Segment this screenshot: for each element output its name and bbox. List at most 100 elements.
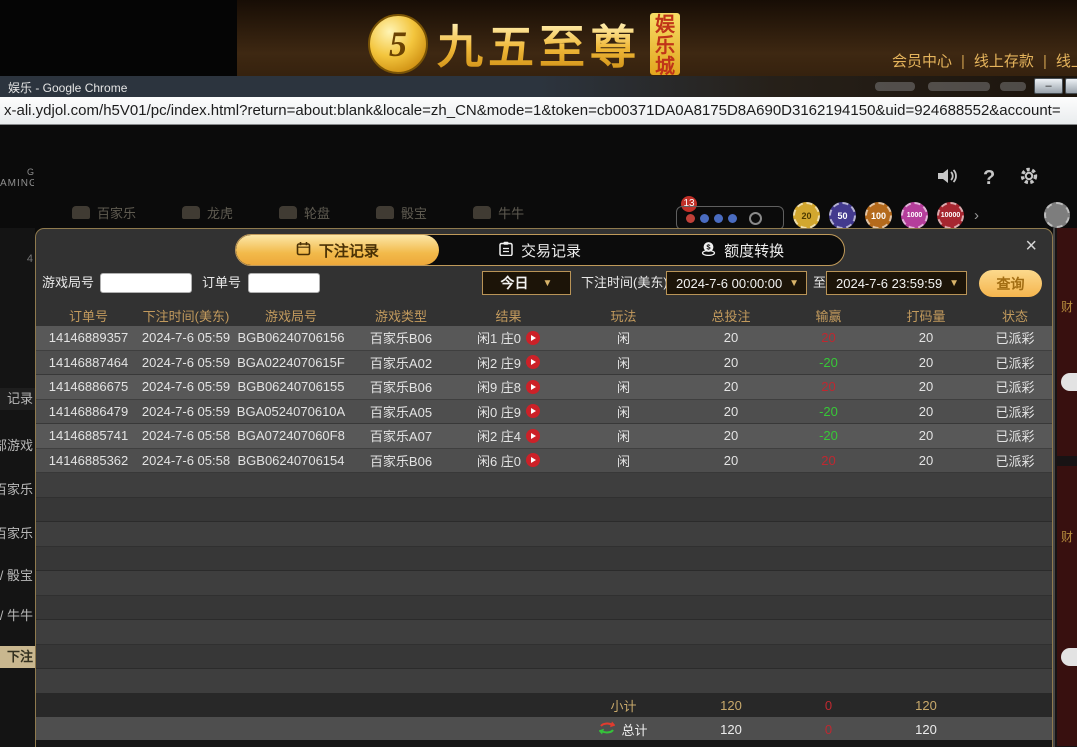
chip-50[interactable]: 50 [829,202,856,229]
cell-play: 闲 [566,402,681,421]
play-icon[interactable] [526,404,540,418]
cell-play: 闲 [566,328,681,347]
menu-item-百家乐[interactable]: 百家乐 [72,203,136,222]
menu-item-龙虎[interactable]: 龙虎 [182,203,233,222]
chevron-right-icon[interactable]: › [974,207,979,224]
sidebar-item-fragment[interactable]: 百家乐 [0,523,35,545]
cell-winloss: -20 [781,428,876,443]
maximize-button[interactable] [1065,78,1077,94]
sidebar-item-fragment[interactable]: 4 [0,248,35,270]
sidebar-item-fragment[interactable]: 记录 [0,388,35,410]
cell-result: 闲2 庄4 [451,426,566,445]
chip-1000[interactable]: 1000 [901,202,928,229]
cell-order: 14146887464 [36,355,141,370]
cell-round: BGA0224070615F [231,355,351,370]
cell-round: BGA072407060F8 [231,428,351,443]
result-text: 闲0 庄9 [477,402,521,421]
time-from-select[interactable]: 2024-7-6 00:00:00 ▼ [666,271,807,295]
total-label: 总计 [621,720,647,739]
link-separator: | [961,53,965,70]
chip-20[interactable]: 20 [793,202,820,229]
cell-bet: 20 [681,355,781,370]
column-header: 打码量 [876,306,976,325]
empty-row [36,498,1052,523]
minimize-button[interactable]: – [1034,78,1063,94]
menu-item-骰宝[interactable]: 骰宝 [376,203,427,222]
empty-row [36,596,1052,621]
cell-order: 14146885362 [36,453,141,468]
play-icon[interactable] [526,380,540,394]
tab-额度转换[interactable]: $额度转换 [641,235,844,265]
sidebar-item-label: 百家乐 [0,479,33,501]
cell-order: 14146886675 [36,379,141,394]
titlebar-blur-item [1000,82,1026,91]
top-link[interactable]: 线上存款 [974,53,1034,70]
menu-item-轮盘[interactable]: 轮盘 [279,203,330,222]
table-row: 141468874642024-7-6 05:59BGA0224070615F百… [36,351,1052,376]
sidebar-item-fragment[interactable]: 百家乐 [0,479,35,501]
tab-label: 下注记录 [319,240,379,261]
tab-下注记录[interactable]: 下注记录 [236,235,439,265]
sidebar-item-label: 记录 [7,388,33,410]
column-header: 游戏局号 [231,306,351,325]
top-link[interactable]: 线上取款 [1056,53,1077,70]
table-row: 141468866752024-7-6 05:59BGB06240706155百… [36,375,1052,400]
play-icon[interactable] [526,429,540,443]
bet-records-dialog: 下注记录 交易记录$额度转换 × 游戏局号 订单号 今日 ▼ 下注时间(美东) 2… [35,228,1053,747]
play-icon[interactable] [526,355,540,369]
column-header: 订单号 [36,306,141,325]
chip-100[interactable]: 100 [865,202,892,229]
play-icon[interactable] [526,453,540,467]
result-text: 闲9 庄8 [477,377,521,396]
help-icon[interactable]: ? [983,167,995,190]
table-row: 141468893572024-7-6 05:59BGB06240706156百… [36,326,1052,351]
sidebar-item-fragment[interactable]: 部游戏 [0,435,35,457]
cell-status: 已派彩 [976,353,1053,372]
speaker-icon[interactable] [936,166,960,191]
chip-10000[interactable]: 10000 [937,202,964,229]
cell-time: 2024-7-6 05:59 [141,330,231,345]
result-text: 闲2 庄4 [477,426,521,445]
cell-turnover: 20 [876,453,976,468]
play-icon[interactable] [526,331,540,345]
close-icon[interactable]: × [1025,236,1037,256]
cell-game: 百家乐B06 [351,328,451,347]
to-label: 至 [813,270,826,296]
menu-item-牛牛[interactable]: 牛牛 [473,203,524,222]
subtotal-turnover: 120 [876,698,976,713]
sidebar-item-label: / 骰宝 [0,565,33,587]
tab-交易记录[interactable]: 交易记录 [439,235,642,265]
cell-order: 14146889357 [36,330,141,345]
cell-round: BGB06240706154 [231,453,351,468]
cell-game: 百家乐A02 [351,353,451,372]
game-round-input[interactable] [100,273,192,293]
sidebar-item-fragment[interactable]: / 牛牛 [0,605,35,627]
cell-result: 闲1 庄0 [451,328,566,347]
cell-time: 2024-7-6 05:59 [141,355,231,370]
total-row: 总计 120 0 120 [36,717,1052,741]
search-button[interactable]: 查询 [979,270,1042,297]
column-header: 游戏类型 [351,306,451,325]
cell-order: 14146885741 [36,428,141,443]
table-header: 订单号下注时间(美东)游戏局号游戏类型结果玩法总投注输赢打码量状态 [36,304,1052,326]
menu-item-label: 百家乐 [97,203,136,222]
sidebar-item-fragment[interactable]: 下注 [0,646,35,668]
gear-icon[interactable] [1018,165,1040,192]
url-bar[interactable]: x-ali.ydjol.com/h5V01/pc/index.html?retu… [0,97,1077,125]
cell-result: 闲6 庄0 [451,451,566,470]
cell-game: 百家乐A07 [351,426,451,445]
cell-time: 2024-7-6 05:58 [141,453,231,468]
cell-turnover: 20 [876,330,976,345]
date-range-select[interactable]: 今日 ▼ [482,271,571,295]
column-header: 结果 [451,306,566,325]
order-input[interactable] [248,273,320,293]
cell-bet: 20 [681,379,781,394]
link-separator: | [1043,53,1047,70]
top-link[interactable]: 会员中心 [892,53,952,70]
time-to-select[interactable]: 2024-7-6 23:59:59 ▼ [826,271,967,295]
sidebar-item-fragment[interactable]: / 骰宝 [0,565,35,587]
menu-item-label: 轮盘 [304,203,330,222]
sidebar-item-label: 4 [27,248,33,270]
column-header: 下注时间(美东) [141,306,231,325]
magnifier-icon[interactable] [749,212,762,225]
